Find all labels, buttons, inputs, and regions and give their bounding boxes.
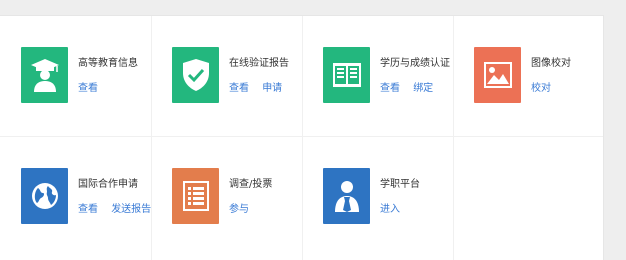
- service-card-survey-vote: 调查/投票 参与: [151, 137, 302, 257]
- service-links: 查看: [78, 79, 108, 94]
- participate-link[interactable]: 参与: [229, 204, 249, 215]
- service-links: 校对: [531, 79, 561, 94]
- image-icon: [483, 62, 512, 88]
- list-icon: [182, 181, 209, 211]
- service-title: 图像校对: [531, 58, 571, 69]
- shield-check-icon: [182, 59, 209, 91]
- book-icon: [332, 63, 361, 87]
- service-card-higher-education: 高等教育信息 查看: [0, 16, 151, 136]
- service-tile[interactable]: [21, 47, 68, 103]
- view-link[interactable]: 查看: [78, 83, 98, 94]
- bind-link[interactable]: 绑定: [413, 83, 433, 94]
- service-card-international-cooperation: 国际合作申请 查看 发送报告: [0, 137, 151, 257]
- service-title: 学历与成绩认证: [380, 58, 450, 69]
- service-links: 参与: [229, 200, 259, 215]
- services-panel: 高等教育信息 查看 在线验证报告 查看 申请 学历与成绩认证 查看 绑定 图像校…: [0, 15, 604, 260]
- service-card-career-platform: 学职平台 进入: [302, 137, 453, 257]
- person-tie-icon: [334, 181, 359, 212]
- service-title: 高等教育信息: [78, 58, 138, 69]
- enter-link[interactable]: 进入: [380, 204, 400, 215]
- apply-link[interactable]: 申请: [262, 83, 282, 94]
- view-link[interactable]: 查看: [229, 83, 249, 94]
- service-links: 查看 申请: [229, 79, 292, 94]
- service-links: 查看 发送报告: [78, 200, 161, 215]
- proofread-link[interactable]: 校对: [531, 83, 551, 94]
- service-tile[interactable]: [172, 47, 219, 103]
- service-card-credential-certification: 学历与成绩认证 查看 绑定: [302, 16, 453, 136]
- service-card-online-verification: 在线验证报告 查看 申请: [151, 16, 302, 136]
- graduate-icon: [30, 59, 59, 92]
- service-card-image-proofreading: 图像校对 校对: [453, 16, 604, 136]
- service-tile[interactable]: [323, 47, 370, 103]
- service-title: 国际合作申请: [78, 179, 138, 190]
- view-link[interactable]: 查看: [380, 83, 400, 94]
- send-report-link[interactable]: 发送报告: [111, 204, 151, 215]
- service-title: 调查/投票: [229, 179, 273, 190]
- service-title: 在线验证报告: [229, 58, 289, 69]
- globe-icon: [31, 183, 58, 209]
- service-tile[interactable]: [172, 168, 219, 224]
- service-links: 进入: [380, 200, 410, 215]
- service-title: 学职平台: [380, 179, 420, 190]
- service-tile[interactable]: [21, 168, 68, 224]
- service-links: 查看 绑定: [380, 79, 443, 94]
- services-grid: 高等教育信息 查看 在线验证报告 查看 申请 学历与成绩认证 查看 绑定 图像校…: [0, 16, 603, 260]
- service-tile[interactable]: [474, 47, 521, 103]
- view-link[interactable]: 查看: [78, 204, 98, 215]
- service-tile[interactable]: [323, 168, 370, 224]
